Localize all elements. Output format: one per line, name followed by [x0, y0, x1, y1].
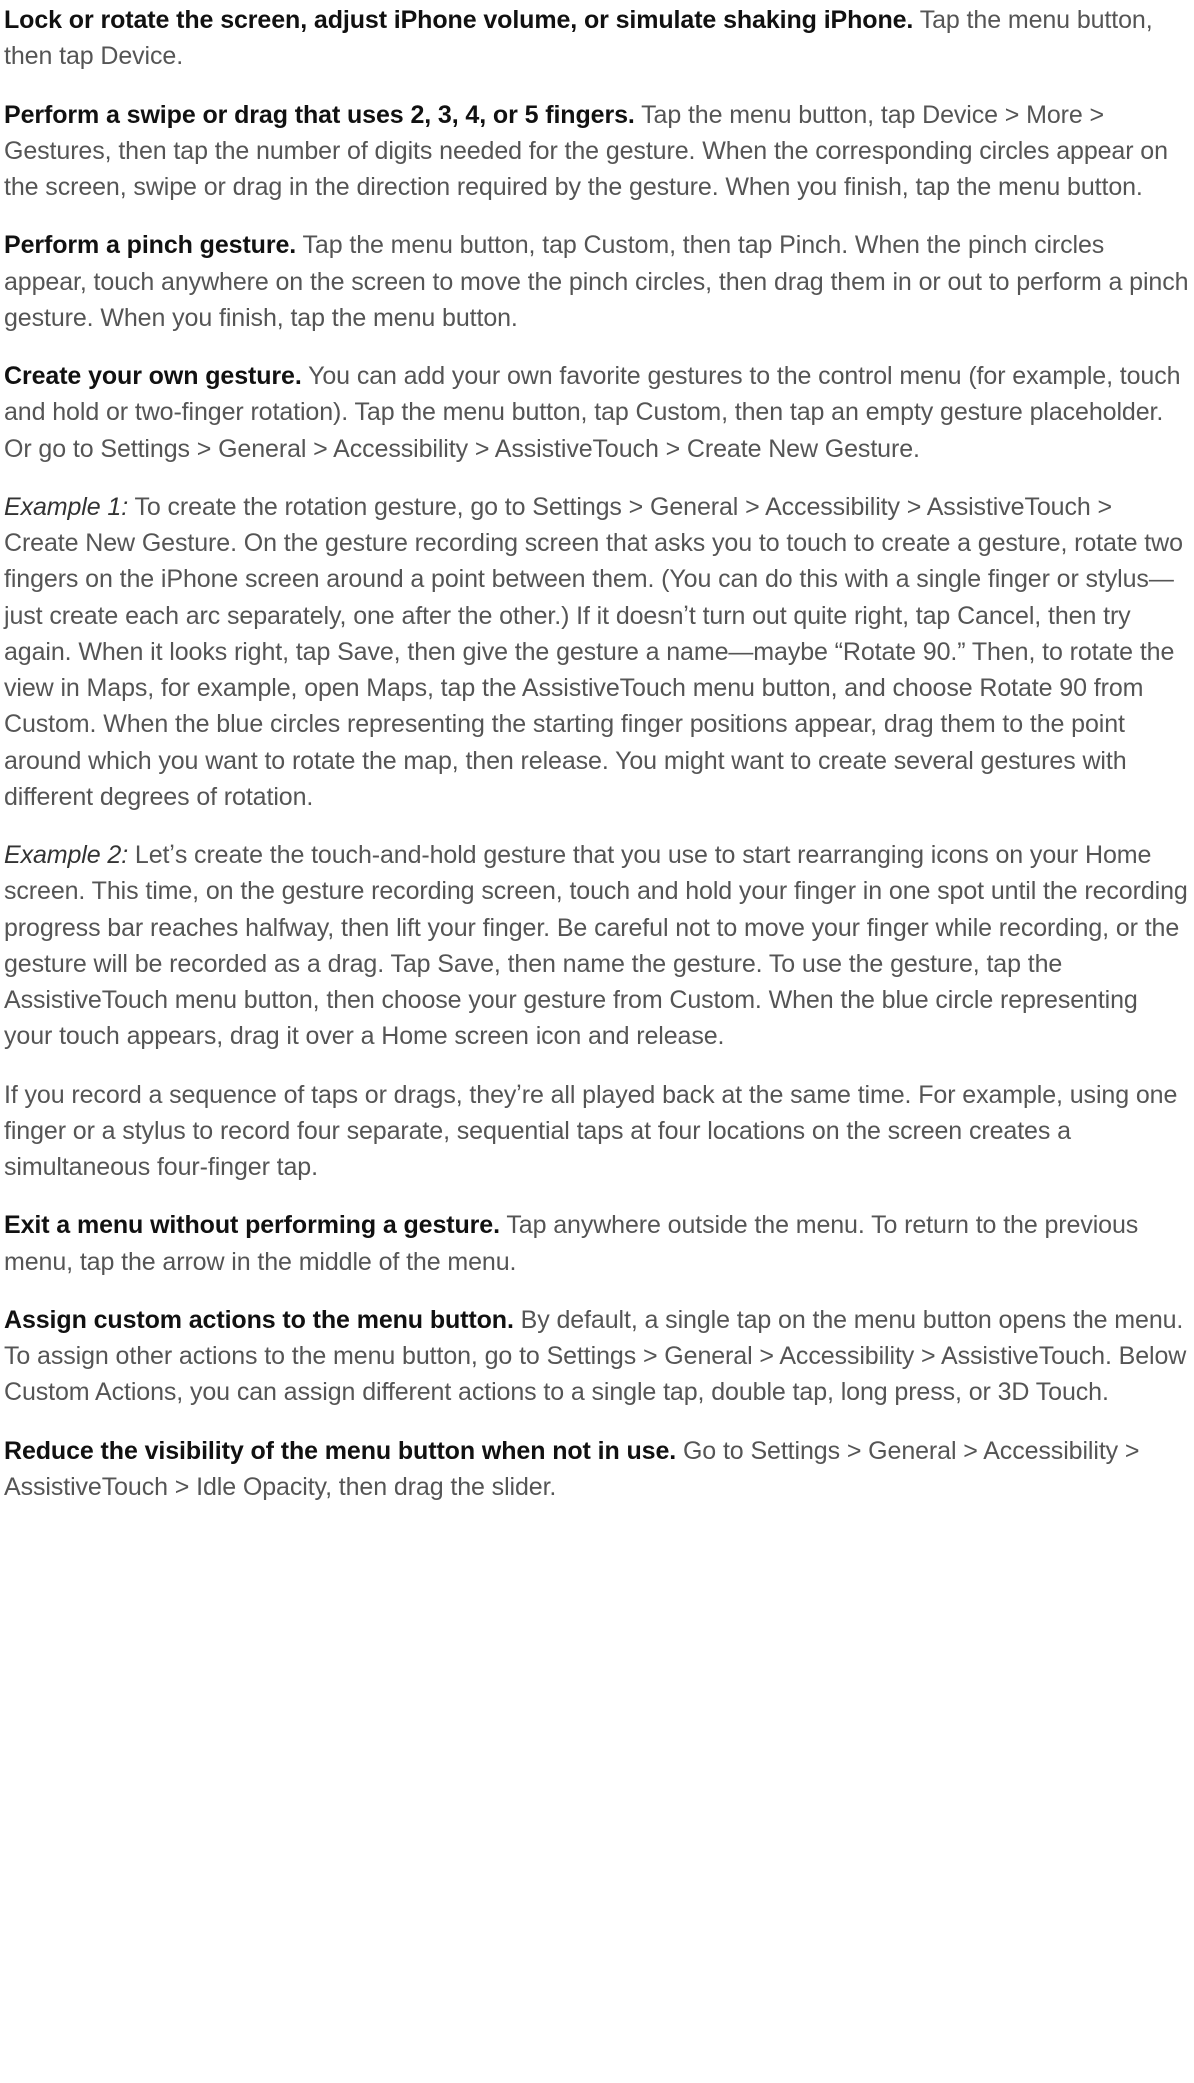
paragraph-sequence-note: If you record a sequence of taps or drag…: [4, 1077, 1190, 1186]
bold-heading: Perform a pinch gesture.: [4, 231, 296, 259]
paragraph-exit-menu: Exit a menu without performing a gesture…: [4, 1207, 1190, 1280]
paragraph-example-1: Example 1: To create the rotation gestur…: [4, 489, 1190, 815]
bold-heading: Reduce the visibility of the menu button…: [4, 1437, 676, 1465]
paragraph-pinch-gesture: Perform a pinch gesture. Tap the menu bu…: [4, 227, 1190, 336]
paragraph-assign-actions: Assign custom actions to the menu button…: [4, 1302, 1190, 1411]
bold-heading: Lock or rotate the screen, adjust iPhone…: [4, 6, 913, 34]
body-text: If you record a sequence of taps or drag…: [4, 1081, 1177, 1182]
paragraph-swipe-drag: Perform a swipe or drag that uses 2, 3, …: [4, 97, 1190, 206]
bold-heading: Perform a swipe or drag that uses 2, 3, …: [4, 101, 635, 129]
body-text: To create the rotation gesture, go to Se…: [4, 493, 1183, 811]
example-label: Example 1:: [4, 493, 128, 521]
bold-heading: Create your own gesture.: [4, 362, 302, 390]
body-text: Letʼs create the touch-and-hold gesture …: [4, 841, 1188, 1050]
paragraph-example-2: Example 2: Letʼs create the touch-and-ho…: [4, 837, 1190, 1055]
paragraph-lock-rotate: Lock or rotate the screen, adjust iPhone…: [4, 2, 1190, 75]
paragraph-create-gesture: Create your own gesture. You can add you…: [4, 358, 1190, 467]
bold-heading: Assign custom actions to the menu button…: [4, 1306, 514, 1334]
document-body: Lock or rotate the screen, adjust iPhone…: [0, 2, 1194, 1505]
paragraph-reduce-visibility: Reduce the visibility of the menu button…: [4, 1433, 1190, 1506]
bold-heading: Exit a menu without performing a gesture…: [4, 1211, 500, 1239]
example-label: Example 2:: [4, 841, 128, 869]
